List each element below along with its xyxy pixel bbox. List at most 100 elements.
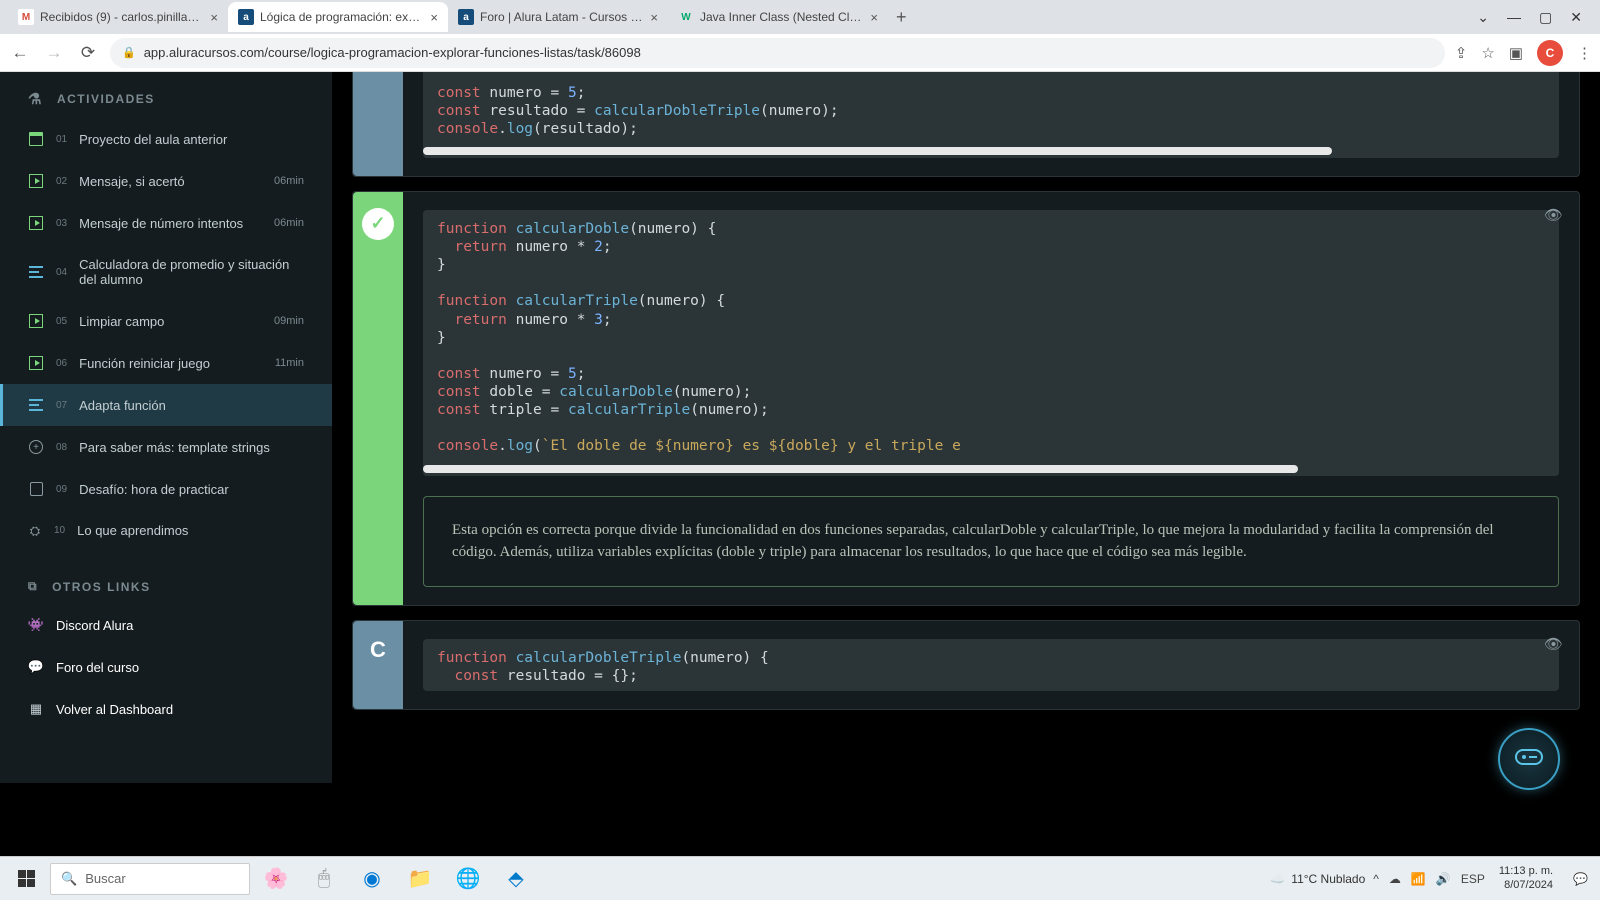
sidebar-item-mensaje-intentos[interactable]: 03 Mensaje de número intentos 06min bbox=[0, 202, 332, 244]
item-label: Proyecto del aula anterior bbox=[79, 132, 304, 147]
taskbar-weather[interactable]: ☁️ 11°C Nublado bbox=[1270, 872, 1365, 886]
sidebar-item-desafio[interactable]: 09 Desafío: hora de practicar bbox=[0, 468, 332, 510]
taskbar-search[interactable]: 🔍 Buscar bbox=[50, 863, 250, 895]
tab-gmail[interactable]: M Recibidos (9) - carlos.pinilla1@do × bbox=[8, 2, 228, 32]
w3-icon: W bbox=[678, 9, 694, 25]
sidebar-section-title: ACTIVIDADES bbox=[57, 92, 155, 106]
reload-button[interactable]: ⟳ bbox=[76, 43, 100, 63]
alura-icon: a bbox=[458, 9, 474, 25]
item-number: 09 bbox=[56, 484, 67, 495]
menu-icon[interactable]: ⋮ bbox=[1577, 44, 1592, 62]
code-block-b: function calcularDoble(numero) { return … bbox=[423, 210, 1559, 476]
extension-icon[interactable]: ▣ bbox=[1509, 44, 1523, 62]
tab-alura-course[interactable]: a Lógica de programación: explora × bbox=[228, 2, 448, 32]
taskbar-app-mouse[interactable]: 🖱 bbox=[302, 859, 346, 899]
bookmark-icon[interactable]: ☆ bbox=[1481, 44, 1494, 62]
doc-icon bbox=[28, 481, 44, 497]
item-label: Para saber más: template strings bbox=[79, 440, 304, 455]
close-icon[interactable]: × bbox=[650, 10, 658, 25]
wifi-icon[interactable]: 📶 bbox=[1411, 872, 1426, 886]
horizontal-scrollbar[interactable] bbox=[423, 462, 1559, 476]
links-title: OTROS LINKS bbox=[52, 580, 151, 594]
sidebar-item-aprendimos[interactable]: ⛭ 10 Lo que aprendimos bbox=[0, 510, 332, 551]
item-duration: 11min bbox=[275, 357, 304, 369]
answer-b-correct-card[interactable]: ✓ 👁 function calcularDoble(numero) { ret… bbox=[352, 191, 1580, 606]
item-number: 01 bbox=[56, 134, 67, 145]
item-number: 07 bbox=[56, 400, 67, 411]
sidebar-item-adapta-funcion[interactable]: 07 Adapta función bbox=[0, 384, 332, 426]
play-icon bbox=[28, 215, 44, 231]
maximize-icon[interactable]: ▢ bbox=[1539, 9, 1552, 26]
link-foro[interactable]: 💬 Foro del curso bbox=[0, 646, 332, 688]
sidebar-item-template-strings[interactable]: + 08 Para saber más: template strings bbox=[0, 426, 332, 468]
sidebar-item-funcion-reiniciar[interactable]: 06 Función reiniciar juego 11min bbox=[0, 342, 332, 384]
close-icon[interactable]: × bbox=[430, 10, 438, 25]
eye-icon[interactable]: 👁 bbox=[1544, 206, 1563, 224]
sidebar-links-header: ⧉ OTROS LINKS bbox=[0, 551, 332, 604]
item-number: 02 bbox=[56, 176, 67, 187]
item-label: Mensaje, si acertó bbox=[79, 174, 262, 189]
item-duration: 09min bbox=[274, 315, 304, 327]
language-indicator[interactable]: ESP bbox=[1461, 872, 1485, 886]
close-window-icon[interactable]: ✕ bbox=[1570, 9, 1582, 26]
minimize-icon[interactable]: — bbox=[1507, 9, 1521, 26]
code-block-a: function calcularDobleTriple(numero) { r… bbox=[423, 72, 1559, 158]
start-button[interactable] bbox=[6, 859, 46, 899]
chat-bubble-button[interactable] bbox=[1498, 728, 1560, 790]
answer-badge-c: C bbox=[353, 621, 403, 709]
taskbar-app-vscode[interactable]: ⬘ bbox=[494, 859, 538, 899]
forward-button[interactable]: → bbox=[42, 43, 66, 63]
answer-c-card[interactable]: C 👁 function calcularDobleTriple(numero)… bbox=[352, 620, 1580, 710]
answer-a-card[interactable]: A 👁 function calcularDobleTriple(numero)… bbox=[352, 72, 1580, 177]
tabs-dropdown-icon[interactable]: ⌄ bbox=[1477, 9, 1489, 26]
item-number: 06 bbox=[56, 358, 67, 369]
weather-text: 11°C Nublado bbox=[1291, 872, 1365, 886]
flask-icon: ⚗ bbox=[28, 90, 43, 108]
eye-icon[interactable]: 👁 bbox=[1544, 635, 1563, 653]
notifications-icon[interactable]: 💬 bbox=[1567, 872, 1594, 886]
main-content[interactable]: A 👁 function calcularDobleTriple(numero)… bbox=[332, 72, 1600, 783]
taskbar-app-edge[interactable]: ◉ bbox=[350, 859, 394, 899]
tab-alura-foro[interactable]: a Foro | Alura Latam - Cursos onlin × bbox=[448, 2, 668, 32]
item-number: 03 bbox=[56, 218, 67, 229]
system-tray[interactable]: ^ ☁ 📶 🔊 ESP bbox=[1373, 872, 1485, 886]
taskbar-clock[interactable]: 11:13 p. m. 8/07/2024 bbox=[1493, 865, 1559, 891]
search-icon: 🔍 bbox=[61, 871, 77, 887]
sidebar-item-calculadora[interactable]: 04 Calculadora de promedio y situación d… bbox=[0, 244, 332, 300]
sidebar: ⚗ ACTIVIDADES 01 Proyecto del aula anter… bbox=[0, 72, 332, 783]
play-icon bbox=[28, 355, 44, 371]
item-label: Adapta función bbox=[79, 398, 304, 413]
chevron-up-icon[interactable]: ^ bbox=[1373, 872, 1379, 886]
taskbar-app-flowers[interactable]: 🌸 bbox=[254, 859, 298, 899]
item-label: Mensaje de número intentos bbox=[79, 216, 262, 231]
chatbot-icon bbox=[1514, 748, 1544, 770]
tab-w3schools[interactable]: W Java Inner Class (Nested Class) × bbox=[668, 2, 888, 32]
item-label: Función reiniciar juego bbox=[79, 356, 263, 371]
new-tab-button[interactable]: + bbox=[888, 7, 915, 28]
link-discord[interactable]: 👾 Discord Alura bbox=[0, 604, 332, 646]
sidebar-item-proyecto[interactable]: 01 Proyecto del aula anterior bbox=[0, 118, 332, 160]
item-number: 04 bbox=[56, 267, 67, 278]
link-dashboard[interactable]: ▦ Volver al Dashboard bbox=[0, 688, 332, 730]
back-button[interactable]: ← bbox=[8, 43, 32, 63]
taskbar-app-explorer[interactable]: 📁 bbox=[398, 859, 442, 899]
browser-nav-bar: ← → ⟳ 🔒 app.aluracursos.com/course/logic… bbox=[0, 34, 1600, 72]
tab-title: Foro | Alura Latam - Cursos onlin bbox=[480, 10, 644, 24]
sidebar-item-mensaje-acerto[interactable]: 02 Mensaje, si acertó 06min bbox=[0, 160, 332, 202]
taskbar-app-chrome[interactable]: 🌐 bbox=[446, 859, 490, 899]
close-icon[interactable]: × bbox=[210, 10, 218, 25]
profile-avatar[interactable]: C bbox=[1537, 40, 1563, 66]
sidebar-item-limpiar[interactable]: 05 Limpiar campo 09min bbox=[0, 300, 332, 342]
url-text: app.aluracursos.com/course/logica-progra… bbox=[144, 45, 641, 60]
url-bar[interactable]: 🔒 app.aluracursos.com/course/logica-prog… bbox=[110, 38, 1445, 68]
weather-icon: ☁️ bbox=[1270, 872, 1285, 886]
horizontal-scrollbar[interactable] bbox=[423, 144, 1559, 158]
volume-icon[interactable]: 🔊 bbox=[1436, 872, 1451, 886]
close-icon[interactable]: × bbox=[870, 10, 878, 25]
tab-title: Java Inner Class (Nested Class) bbox=[700, 10, 864, 24]
dashboard-icon: ▦ bbox=[28, 701, 44, 717]
onedrive-icon[interactable]: ☁ bbox=[1389, 872, 1401, 886]
share-icon[interactable]: ⇪ bbox=[1455, 44, 1468, 62]
link-label: Foro del curso bbox=[56, 660, 304, 675]
item-number: 08 bbox=[56, 442, 67, 453]
